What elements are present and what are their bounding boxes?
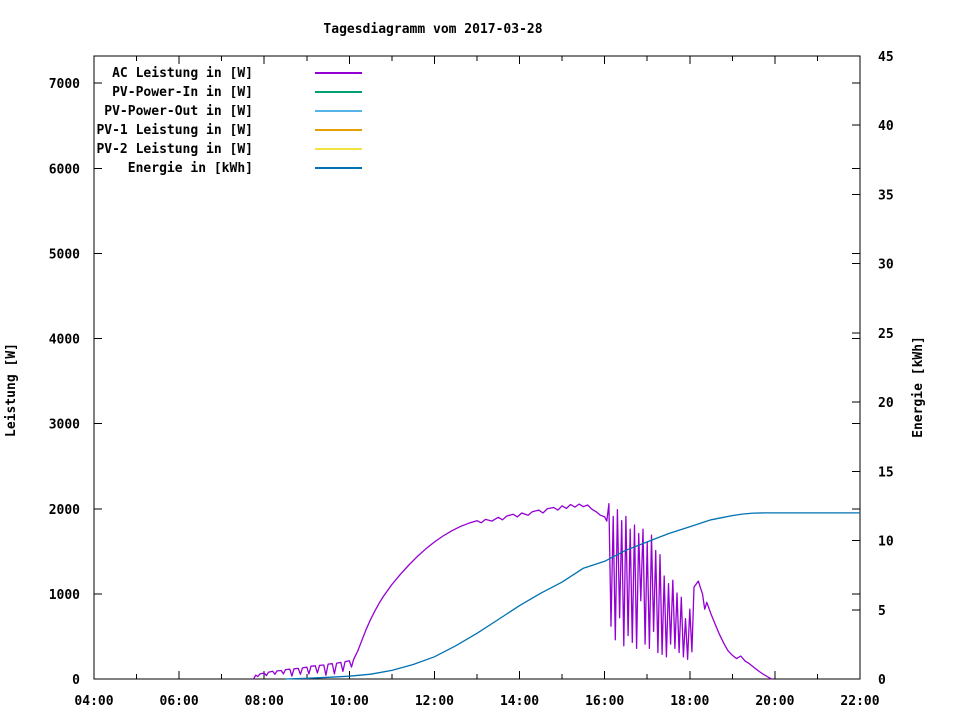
y-left-tick-label: 0 bbox=[72, 673, 80, 688]
x-tick-label: 16:00 bbox=[585, 694, 624, 709]
y-right-tick-label: 0 bbox=[878, 673, 886, 688]
x-tick-label: 20:00 bbox=[755, 694, 794, 709]
legend-label: AC Leistung in [W] bbox=[112, 66, 253, 81]
chart-canvas: Tagesdiagramm vom 2017-03-28 Leistung [W]… bbox=[0, 0, 960, 720]
y-right-tick-label: 5 bbox=[878, 604, 886, 619]
x-tick-label: 14:00 bbox=[500, 694, 539, 709]
y-left-tick-label: 3000 bbox=[49, 418, 80, 433]
y-right-tick-label: 10 bbox=[878, 535, 894, 550]
legend-label: Energie in [kWh] bbox=[128, 161, 253, 176]
legend-label: PV-2 Leistung in [W] bbox=[96, 142, 253, 157]
series-ac-leistung-in-w- bbox=[253, 503, 773, 680]
y-right-tick-label: 45 bbox=[878, 50, 894, 65]
legend-label: PV-Power-Out in [W] bbox=[104, 104, 253, 119]
y-axis-left-label: Leistung [W] bbox=[4, 343, 19, 437]
chart-title: Tagesdiagramm vom 2017-03-28 bbox=[323, 22, 542, 37]
y-axis-right-label: Energie [kWh] bbox=[911, 336, 926, 438]
x-tick-label: 18:00 bbox=[670, 694, 709, 709]
x-tick-label: 04:00 bbox=[74, 694, 113, 709]
y-right-tick-label: 30 bbox=[878, 258, 894, 273]
chart-plot: Tagesdiagramm vom 2017-03-28 Leistung [W]… bbox=[4, 22, 926, 709]
y-left-tick-label: 7000 bbox=[49, 77, 80, 92]
y-right-tick-label: 15 bbox=[878, 465, 894, 480]
x-tick-label: 12:00 bbox=[415, 694, 454, 709]
y-left-tick-label: 2000 bbox=[49, 503, 80, 518]
y-right-tick-label: 25 bbox=[878, 327, 894, 342]
legend-label: PV-1 Leistung in [W] bbox=[96, 123, 253, 138]
y-left-tick-label: 5000 bbox=[49, 247, 80, 262]
x-tick-label: 10:00 bbox=[330, 694, 369, 709]
y-right-tick-label: 20 bbox=[878, 396, 894, 411]
x-tick-label: 08:00 bbox=[245, 694, 284, 709]
y-left-tick-label: 6000 bbox=[49, 162, 80, 177]
y-right-tick-label: 40 bbox=[878, 119, 894, 134]
x-tick-label: 22:00 bbox=[840, 694, 879, 709]
y-left-tick-label: 4000 bbox=[49, 333, 80, 348]
series-energie-in-kwh- bbox=[285, 512, 860, 680]
y-right-tick-label: 35 bbox=[878, 188, 894, 203]
x-tick-label: 06:00 bbox=[160, 694, 199, 709]
legend-label: PV-Power-In in [W] bbox=[112, 85, 253, 100]
y-left-tick-label: 1000 bbox=[49, 588, 80, 603]
